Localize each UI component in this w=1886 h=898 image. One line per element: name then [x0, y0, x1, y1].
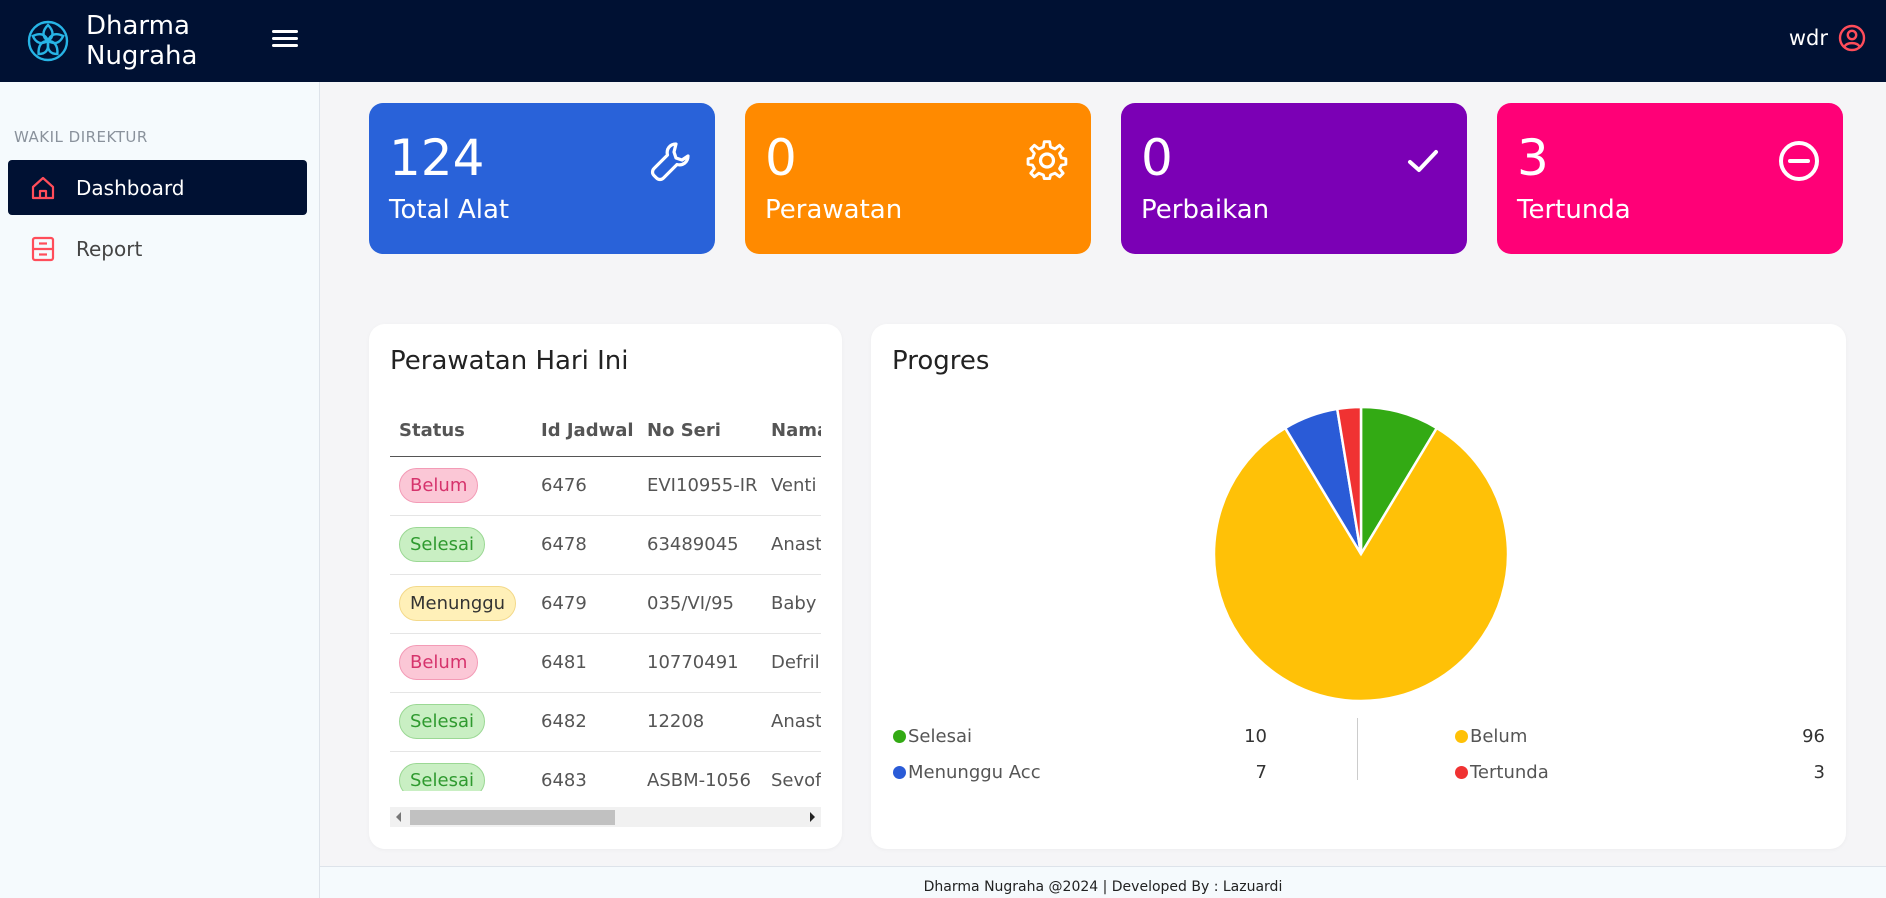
footer-text: Dharma Nugraha @2024 | Developed By : La… [923, 879, 1283, 895]
legend-right: Belum 96 Tertunda 3 [1455, 718, 1825, 790]
stat-cards: 124 Total Alat 0 Perawatan 0 Perbaikan 3… [369, 103, 1843, 254]
legend-value: 10 [1244, 725, 1267, 747]
sidebar-item-label: Report [76, 236, 143, 261]
cell-serial: EVI10955-IR [638, 456, 762, 516]
cell-name: Venti [762, 456, 821, 516]
wrench-icon [650, 142, 690, 182]
legend-dot [893, 729, 906, 743]
flower-logo-icon [27, 20, 69, 62]
cell-serial: 63489045 [638, 515, 762, 575]
scrollbar-thumb[interactable] [410, 810, 615, 825]
cell-name: Sevof [762, 751, 821, 791]
status-badge: Menunggu [399, 586, 517, 621]
cell-name: Anast [762, 515, 821, 575]
legend-dot [893, 765, 906, 779]
card-label: Perbaikan [1141, 195, 1270, 225]
legend-divider [1357, 718, 1358, 780]
sidebar: WAKIL DIREKTUR Dashboard Report [0, 82, 320, 898]
status-badge: Belum [399, 645, 479, 680]
legend-value: 96 [1802, 725, 1825, 747]
table-row[interactable]: Selesai 6482 12208 Anast [390, 692, 821, 752]
legend-label: Menunggu Acc [908, 761, 1041, 783]
panel-title: Perawatan Hari Ini [390, 346, 629, 376]
legend-dot [1455, 765, 1468, 779]
column-header-status[interactable]: Status [390, 406, 532, 457]
progress-panel: Progres Selesai 10 Menunggu Acc 7 Belum … [871, 324, 1846, 849]
cell-serial: 10770491 [638, 633, 762, 693]
menu-toggle-icon[interactable] [272, 26, 298, 52]
legend-value: 3 [1813, 761, 1825, 783]
column-header-name[interactable]: Nama [762, 406, 821, 457]
home-icon [31, 176, 55, 199]
progress-pie-chart [1212, 405, 1510, 703]
table-row[interactable]: Selesai 6478 63489045 Anast [390, 515, 821, 575]
sidebar-item-report[interactable]: Report [8, 221, 307, 276]
legend-label: Selesai [908, 725, 972, 747]
card-label: Tertunda [1517, 195, 1631, 225]
scroll-left-arrow-icon[interactable] [396, 812, 401, 822]
cell-serial: 035/VI/95 [638, 574, 762, 634]
brand-line-1: Dharma [86, 11, 190, 41]
brand-name: Dharma Nugraha [86, 11, 197, 71]
maintenance-table-wrapper[interactable]: Status Id Jadwal No Seri Nama Belum 6476… [390, 406, 821, 791]
table-header-row: Status Id Jadwal No Seri Nama [390, 406, 821, 457]
brand[interactable]: Dharma Nugraha [26, 11, 246, 71]
legend-dot [1455, 729, 1468, 743]
legend-value: 7 [1255, 761, 1267, 783]
card-total-alat[interactable]: 124 Total Alat [369, 103, 715, 254]
cell-id: 6481 [532, 633, 638, 693]
legend-label: Tertunda [1470, 761, 1549, 783]
user-circle-icon [1838, 24, 1866, 52]
cell-id: 6482 [532, 692, 638, 752]
cell-serial: 12208 [638, 692, 762, 752]
card-perbaikan[interactable]: 0 Perbaikan [1121, 103, 1467, 254]
cell-id: 6478 [532, 515, 638, 575]
cell-id: 6476 [532, 456, 638, 516]
legend-item-menunggu-acc[interactable]: Menunggu Acc 7 [893, 754, 1267, 790]
card-label: Total Alat [389, 195, 510, 225]
status-badge: Selesai [399, 763, 485, 791]
sidebar-item-label: Dashboard [76, 175, 185, 200]
legend-label: Belum [1470, 725, 1528, 747]
status-badge: Selesai [399, 704, 485, 739]
card-label: Perawatan [765, 195, 903, 225]
panel-title: Progres [892, 346, 990, 376]
table-row[interactable]: Menunggu 6479 035/VI/95 Baby [390, 574, 821, 634]
table-row[interactable]: Belum 6481 10770491 Defril [390, 633, 821, 693]
legend-item-selesai[interactable]: Selesai 10 [893, 718, 1267, 754]
table-row[interactable]: Selesai 6483 ASBM-1056 Sevof [390, 751, 821, 791]
status-badge: Belum [399, 468, 479, 503]
footer: Dharma Nugraha @2024 | Developed By : La… [320, 866, 1886, 898]
sidebar-section-label: WAKIL DIREKTUR [14, 128, 148, 146]
column-header-id[interactable]: Id Jadwal [532, 406, 638, 457]
maintenance-table: Status Id Jadwal No Seri Nama Belum 6476… [390, 406, 821, 791]
legend-item-tertunda[interactable]: Tertunda 3 [1455, 754, 1825, 790]
sidebar-item-dashboard[interactable]: Dashboard [8, 160, 307, 215]
card-tertunda[interactable]: 3 Tertunda [1497, 103, 1843, 254]
brand-line-2: Nugraha [86, 41, 198, 71]
maintenance-today-panel: Perawatan Hari Ini Status Id Jadwal No S… [369, 324, 842, 849]
cell-name: Defril [762, 633, 821, 693]
cell-id: 6479 [532, 574, 638, 634]
username: wdr [1788, 26, 1828, 50]
horizontal-scrollbar[interactable] [390, 807, 821, 827]
top-bar: Dharma Nugraha wdr [0, 0, 1886, 82]
cell-name: Anast [762, 692, 821, 752]
cell-id: 6483 [532, 751, 638, 791]
legend-left: Selesai 10 Menunggu Acc 7 [893, 718, 1267, 790]
user-menu[interactable]: wdr [1789, 24, 1866, 52]
status-badge: Selesai [399, 527, 485, 562]
check-icon [1408, 150, 1438, 172]
card-perawatan[interactable]: 0 Perawatan [745, 103, 1091, 254]
legend-item-belum[interactable]: Belum 96 [1455, 718, 1825, 754]
report-icon [31, 236, 55, 261]
cell-serial: ASBM-1056 [638, 751, 762, 791]
gear-icon [1026, 140, 1068, 181]
table-row[interactable]: Belum 6476 EVI10955-IR Venti [390, 456, 821, 516]
scroll-right-arrow-icon[interactable] [810, 812, 815, 822]
column-header-serial[interactable]: No Seri [638, 406, 762, 457]
minus-circle-icon [1779, 141, 1819, 181]
cell-name: Baby [762, 574, 821, 634]
